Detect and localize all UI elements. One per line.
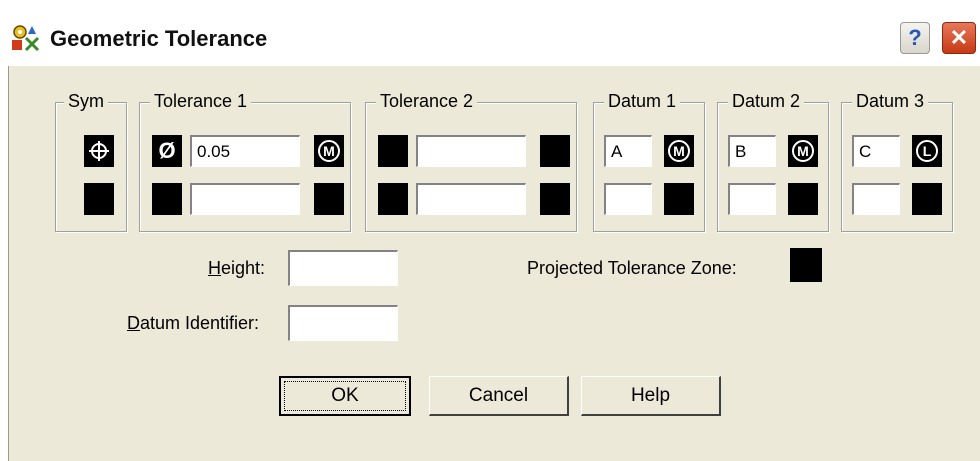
- datum3-group: Datum 3 C L: [841, 91, 953, 232]
- sym-symbol-2[interactable]: [84, 183, 114, 215]
- tolerance1-mc-2[interactable]: [314, 183, 344, 215]
- cancel-button[interactable]: Cancel: [429, 376, 569, 416]
- help-button[interactable]: Help: [581, 376, 721, 416]
- datum2-group: Datum 2 B M: [717, 91, 829, 232]
- ok-button[interactable]: OK: [279, 376, 411, 416]
- datum3-mc-2[interactable]: [912, 183, 942, 215]
- datum2-group-label: Datum 2: [728, 91, 805, 112]
- dialog-body: Sym Tolerance 1 Ø 0.05 M Tolerance 2 Dat…: [8, 66, 980, 461]
- tolerance1-value-1[interactable]: 0.05: [190, 135, 300, 167]
- tolerance1-diameter-1[interactable]: Ø: [152, 135, 182, 167]
- position-symbol-icon: [89, 141, 109, 161]
- tolerance2-group-label: Tolerance 2: [376, 91, 478, 112]
- tolerance1-diameter-2[interactable]: [152, 183, 182, 215]
- projected-tolerance-zone-toggle[interactable]: [790, 248, 822, 282]
- title-bar[interactable]: Geometric Tolerance ? ✕: [0, 0, 980, 66]
- tolerance2-value-2[interactable]: [416, 183, 526, 215]
- datum3-group-label: Datum 3: [852, 91, 929, 112]
- sym-group-label: Sym: [64, 91, 108, 112]
- tolerance1-group: Tolerance 1 Ø 0.05 M: [139, 91, 351, 232]
- projected-tolerance-zone-label: Projected Tolerance Zone:: [527, 258, 737, 278]
- sym-symbol-1[interactable]: [84, 135, 114, 167]
- tolerance1-value-2[interactable]: [190, 183, 300, 215]
- height-input[interactable]: [288, 250, 398, 286]
- diameter-icon: Ø: [158, 138, 176, 163]
- help-question-icon: ?: [908, 25, 922, 50]
- title-help-button[interactable]: ?: [900, 22, 930, 54]
- datum1-mc-2[interactable]: [664, 183, 694, 215]
- least-material-condition-icon: L: [916, 140, 938, 162]
- datum1-value-2[interactable]: [604, 183, 652, 215]
- datum1-group-label: Datum 1: [604, 91, 681, 112]
- tolerance2-diameter-1[interactable]: [378, 135, 408, 167]
- max-material-condition-icon: M: [318, 140, 340, 162]
- app-icon: [12, 25, 40, 52]
- tolerance2-value-1[interactable]: [416, 135, 526, 167]
- max-material-condition-icon: M: [668, 140, 690, 162]
- datum-identifier-input[interactable]: [288, 305, 398, 341]
- datum3-value-2[interactable]: [852, 183, 900, 215]
- datum-identifier-label: Datum Identifier:: [127, 313, 260, 333]
- datum2-mc-1[interactable]: M: [788, 135, 818, 167]
- datum1-value-1[interactable]: A: [604, 135, 652, 167]
- datum3-value-1[interactable]: C: [852, 135, 900, 167]
- tolerance2-mc-1[interactable]: [540, 135, 570, 167]
- sym-group: Sym: [55, 91, 127, 232]
- datum2-value-2[interactable]: [728, 183, 776, 215]
- window-title: Geometric Tolerance: [50, 26, 268, 51]
- tolerance1-mc-1[interactable]: M: [314, 135, 344, 167]
- datum1-group: Datum 1 A M: [593, 91, 705, 232]
- datum3-mc-1[interactable]: L: [912, 135, 942, 167]
- title-close-button[interactable]: ✕: [942, 22, 976, 54]
- ok-button-focus-rect: OK: [284, 381, 406, 411]
- tolerance2-group: Tolerance 2: [365, 91, 577, 232]
- ok-button-label: OK: [331, 385, 359, 406]
- tolerance1-group-label: Tolerance 1: [150, 91, 252, 112]
- datum1-mc-1[interactable]: M: [664, 135, 694, 167]
- height-label: Height:: [208, 258, 266, 278]
- close-icon: ✕: [949, 25, 969, 50]
- cancel-button-label: Cancel: [468, 384, 529, 406]
- geometric-tolerance-dialog: Geometric Tolerance ? ✕ Sym Tolerance 1: [0, 0, 980, 461]
- max-material-condition-icon: M: [792, 140, 814, 162]
- tolerance2-diameter-2[interactable]: [378, 183, 408, 215]
- datum2-mc-2[interactable]: [788, 183, 818, 215]
- help-button-label: Help: [630, 384, 671, 406]
- tolerance2-mc-2[interactable]: [540, 183, 570, 215]
- datum2-value-1[interactable]: B: [728, 135, 776, 167]
